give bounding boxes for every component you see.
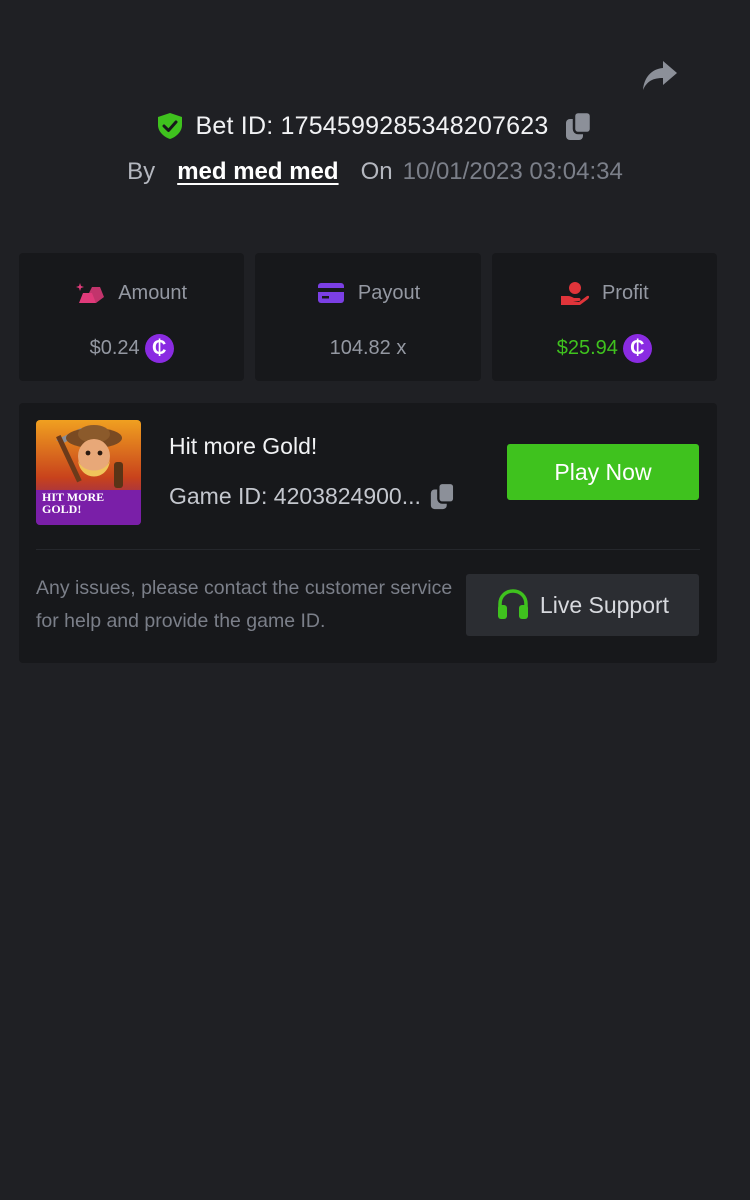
live-support-label: Live Support bbox=[539, 591, 670, 618]
username-link[interactable]: med med med bbox=[177, 158, 338, 186]
verified-shield-icon bbox=[157, 113, 182, 139]
game-id-row: Game ID: 4203824900... bbox=[169, 481, 457, 511]
game-title: Hit more Gold! bbox=[169, 433, 318, 459]
coin-icon: ₵ bbox=[144, 333, 174, 363]
share-button[interactable] bbox=[640, 56, 680, 96]
amount-label: Amount bbox=[118, 281, 188, 304]
payout-value-row: 104.82 x bbox=[330, 333, 407, 363]
gold-bars-icon bbox=[76, 281, 106, 305]
play-now-button[interactable]: Play Now bbox=[507, 444, 699, 500]
game-thumbnail[interactable]: HIT MORE GOLD! bbox=[36, 420, 141, 525]
game-card: HIT MORE GOLD! Hit more Gold! Game ID: 4… bbox=[19, 403, 717, 663]
profit-label: Profit bbox=[601, 281, 649, 304]
bet-id: Bet ID: 1754599285348207623 bbox=[195, 111, 549, 140]
by-label: By bbox=[127, 158, 156, 185]
headset-icon bbox=[497, 589, 528, 619]
live-support-button[interactable]: Live Support bbox=[466, 574, 699, 636]
profit-card: Profit $25.94 ₵ bbox=[491, 253, 717, 381]
profit-value-row: $25.94 ₵ bbox=[557, 333, 652, 363]
hand-coin-icon bbox=[560, 281, 590, 305]
divider bbox=[36, 549, 700, 550]
payout-card: Payout 104.82 x bbox=[255, 253, 481, 381]
share-icon bbox=[643, 61, 677, 90]
copy-bet-id-icon[interactable] bbox=[564, 110, 594, 142]
card-icon bbox=[316, 281, 346, 305]
bet-id-row: Bet ID: 1754599285348207623 bbox=[0, 106, 750, 146]
amount-card: Amount $0.24 ₵ bbox=[19, 253, 245, 381]
support-help-text: Any issues, please contact the customer … bbox=[36, 577, 453, 632]
coin-icon: ₵ bbox=[622, 333, 652, 363]
payout-label: Payout bbox=[357, 281, 421, 304]
bet-meta-row: By med med med On 10/01/2023 03:04:34 bbox=[0, 152, 750, 192]
on-label: On bbox=[360, 158, 393, 185]
amount-value-row: $0.24 ₵ bbox=[90, 333, 174, 363]
bet-stats: Amount $0.24 ₵ Payout 104.82 x Profit $2… bbox=[19, 253, 717, 381]
game-id: Game ID: 4203824900... bbox=[169, 482, 421, 509]
profit-value: $25.94 bbox=[556, 336, 618, 359]
copy-game-id-icon[interactable] bbox=[429, 481, 457, 511]
payout-value: 104.82 x bbox=[329, 336, 407, 359]
thumbnail-title: HIT MORE GOLD! bbox=[42, 490, 105, 516]
bet-date: 10/01/2023 03:04:34 bbox=[402, 158, 623, 185]
amount-value: $0.24 bbox=[89, 336, 140, 359]
